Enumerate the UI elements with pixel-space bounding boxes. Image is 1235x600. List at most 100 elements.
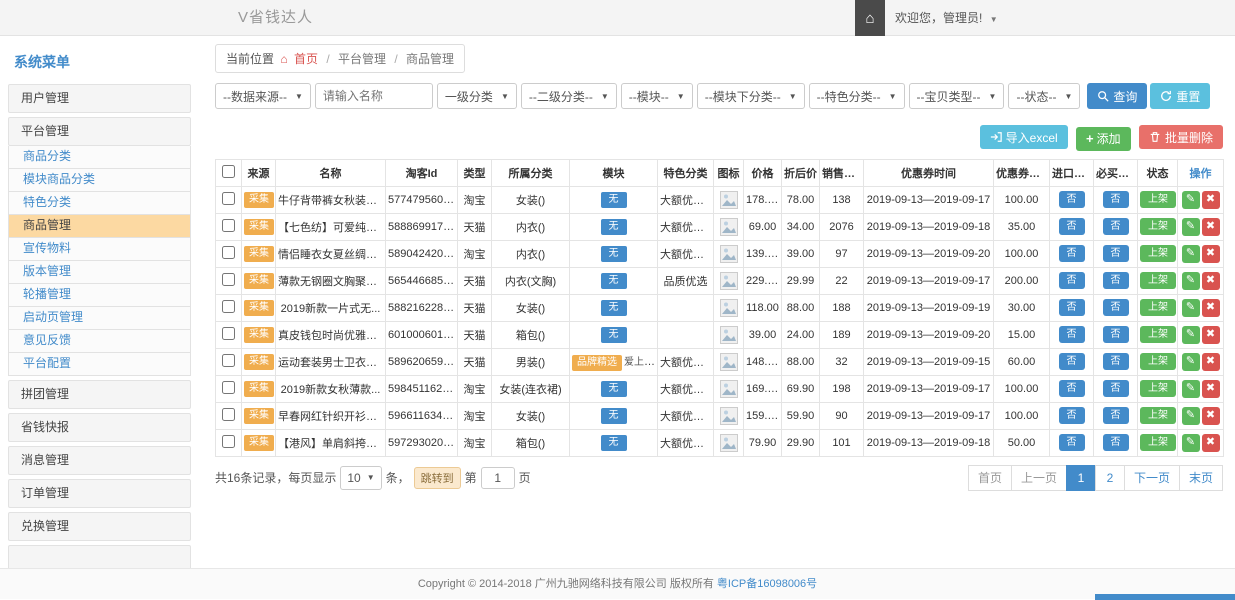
import-optional-toggle[interactable]: 否 [1059, 299, 1085, 316]
status-button[interactable]: 上架 [1140, 245, 1176, 262]
pager-button[interactable]: 下一页 [1124, 465, 1180, 491]
search-button[interactable]: 查询 [1087, 83, 1147, 109]
must-buy-toggle[interactable]: 否 [1103, 299, 1129, 316]
sidebar-item[interactable]: 版本管理 [8, 261, 191, 284]
delete-button[interactable]: ✖ [1202, 380, 1220, 398]
per-page-select[interactable]: 10 ▼ [340, 466, 381, 490]
sidebar-item[interactable]: 平台管理 [8, 117, 191, 146]
row-checkbox[interactable] [222, 381, 235, 394]
page-number-active[interactable]: 1 [1066, 465, 1096, 491]
sidebar-item[interactable]: 拼团管理 [8, 380, 191, 409]
delete-button[interactable]: ✖ [1202, 407, 1220, 425]
status-button[interactable]: 上架 [1140, 191, 1176, 208]
status-button[interactable]: 上架 [1140, 218, 1176, 235]
edit-button[interactable]: ✎ [1182, 407, 1200, 425]
sidebar-item[interactable]: 特色分类 [8, 192, 191, 215]
status-button[interactable]: 上架 [1140, 299, 1176, 316]
import-optional-toggle[interactable]: 否 [1059, 218, 1085, 235]
breadcrumb-item-platform[interactable]: 平台管理 [338, 52, 386, 66]
must-buy-toggle[interactable]: 否 [1103, 407, 1129, 424]
must-buy-toggle[interactable]: 否 [1103, 353, 1129, 370]
status-button[interactable]: 上架 [1140, 434, 1176, 451]
sidebar-item[interactable]: 模块商品分类 [8, 169, 191, 192]
filter-select[interactable]: --数据来源--▼ [215, 83, 311, 109]
pager-button[interactable]: 末页 [1179, 465, 1223, 491]
breadcrumb-home-link[interactable]: 首页 [294, 52, 318, 66]
filter-select[interactable]: --特色分类--▼ [809, 83, 905, 109]
import-optional-toggle[interactable]: 否 [1059, 353, 1085, 370]
must-buy-toggle[interactable]: 否 [1103, 272, 1129, 289]
status-button[interactable]: 上架 [1140, 380, 1176, 397]
must-buy-toggle[interactable]: 否 [1103, 326, 1129, 343]
must-buy-toggle[interactable]: 否 [1103, 218, 1129, 235]
filter-select[interactable]: --二级分类--▼ [521, 83, 617, 109]
sidebar-item[interactable]: 消息管理 [8, 446, 191, 475]
filter-select[interactable]: 一级分类▼ [437, 83, 517, 109]
edit-button[interactable]: ✎ [1182, 299, 1200, 317]
import-optional-toggle[interactable]: 否 [1059, 407, 1085, 424]
add-button[interactable]: + 添加 [1076, 127, 1131, 151]
delete-button[interactable]: ✖ [1202, 191, 1220, 209]
import-optional-toggle[interactable]: 否 [1059, 191, 1085, 208]
batch-delete-button[interactable]: 批量删除 [1139, 125, 1223, 149]
reset-button[interactable]: 重置 [1150, 83, 1210, 109]
page-number-input[interactable] [481, 467, 515, 489]
row-checkbox[interactable] [222, 246, 235, 259]
icp-link[interactable]: 粤ICP备16098006号 [717, 578, 817, 590]
row-checkbox[interactable] [222, 219, 235, 232]
must-buy-toggle[interactable]: 否 [1103, 434, 1129, 451]
sidebar-item[interactable]: 意见反馈 [8, 330, 191, 353]
sidebar-item[interactable]: 商品分类 [8, 146, 191, 169]
delete-button[interactable]: ✖ [1202, 245, 1220, 263]
must-buy-toggle[interactable]: 否 [1103, 380, 1129, 397]
sidebar-item[interactable]: 轮播管理 [8, 284, 191, 307]
status-button[interactable]: 上架 [1140, 272, 1176, 289]
row-checkbox[interactable] [222, 300, 235, 313]
filter-select[interactable]: --宝贝类型--▼ [909, 83, 1005, 109]
import-excel-button[interactable]: 导入excel [980, 125, 1068, 149]
import-optional-toggle[interactable]: 否 [1059, 380, 1085, 397]
select-all-checkbox[interactable] [222, 165, 235, 178]
row-checkbox[interactable] [222, 192, 235, 205]
sidebar-item[interactable] [8, 545, 191, 568]
delete-button[interactable]: ✖ [1202, 272, 1220, 290]
sidebar-item[interactable]: 订单管理 [8, 479, 191, 508]
delete-button[interactable]: ✖ [1202, 326, 1220, 344]
sidebar-item[interactable]: 平台配置 [8, 353, 191, 376]
must-buy-toggle[interactable]: 否 [1103, 191, 1129, 208]
import-optional-toggle[interactable]: 否 [1059, 434, 1085, 451]
edit-button[interactable]: ✎ [1182, 353, 1200, 371]
edit-button[interactable]: ✎ [1182, 326, 1200, 344]
delete-button[interactable]: ✖ [1202, 434, 1220, 452]
sidebar-item[interactable]: 用户管理 [8, 84, 191, 113]
sidebar-item[interactable]: 兑换管理 [8, 512, 191, 541]
edit-button[interactable]: ✎ [1182, 272, 1200, 290]
status-button[interactable]: 上架 [1140, 407, 1176, 424]
filter-select[interactable]: --模块下分类--▼ [697, 83, 805, 109]
import-optional-toggle[interactable]: 否 [1059, 272, 1085, 289]
sidebar-item[interactable]: 启动页管理 [8, 307, 191, 330]
jump-button[interactable]: 跳转到 [414, 467, 461, 489]
delete-button[interactable]: ✖ [1202, 218, 1220, 236]
sidebar-item[interactable]: 省钱快报 [8, 413, 191, 442]
edit-button[interactable]: ✎ [1182, 434, 1200, 452]
user-dropdown[interactable]: 欢迎您，管理员! ▼ [885, 0, 1008, 36]
filter-select[interactable]: --模块--▼ [621, 83, 693, 109]
pager-button[interactable]: 上一页 [1011, 465, 1067, 491]
must-buy-toggle[interactable]: 否 [1103, 245, 1129, 262]
row-checkbox[interactable] [222, 435, 235, 448]
row-checkbox[interactable] [222, 273, 235, 286]
sidebar-item[interactable]: 宣传物料 [8, 238, 191, 261]
status-button[interactable]: 上架 [1140, 353, 1176, 370]
edit-button[interactable]: ✎ [1182, 218, 1200, 236]
pager-button[interactable]: 首页 [968, 465, 1012, 491]
name-filter-input[interactable] [315, 83, 433, 109]
pager-button[interactable]: 2 [1095, 465, 1125, 491]
edit-button[interactable]: ✎ [1182, 191, 1200, 209]
edit-button[interactable]: ✎ [1182, 380, 1200, 398]
edit-button[interactable]: ✎ [1182, 245, 1200, 263]
delete-button[interactable]: ✖ [1202, 299, 1220, 317]
status-button[interactable]: 上架 [1140, 326, 1176, 343]
row-checkbox[interactable] [222, 408, 235, 421]
row-checkbox[interactable] [222, 354, 235, 367]
